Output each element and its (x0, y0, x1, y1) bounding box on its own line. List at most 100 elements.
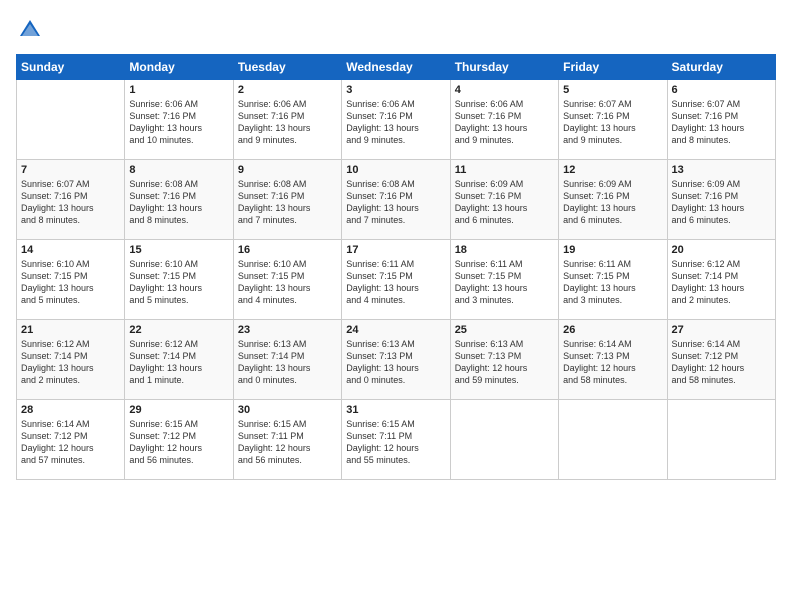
calendar-cell: 14 Sunrise: 6:10 AM Sunset: 7:15 PM Dayli… (17, 240, 125, 320)
calendar-cell: 20 Sunrise: 6:12 AM Sunset: 7:14 PM Dayli… (667, 240, 775, 320)
calendar-cell: 17Sunrise: 6:11 AM Sunset: 7:15 PM Dayli… (342, 240, 450, 320)
calendar-cell: 19Sunrise: 6:11 AM Sunset: 7:15 PM Dayli… (559, 240, 667, 320)
day-info: Sunrise: 6:08 AM Sunset: 7:16 PM Dayligh… (238, 178, 337, 227)
day-number: 24 (346, 324, 445, 336)
calendar-cell: 8 Sunrise: 6:08 AM Sunset: 7:16 PM Daylig… (125, 160, 233, 240)
calendar-cell: 23 Sunrise: 6:13 AM Sunset: 7:14 PM Dayli… (233, 320, 341, 400)
day-number: 2 (238, 84, 337, 96)
day-number: 3 (346, 84, 445, 96)
week-row-2: 7 Sunrise: 6:07 AM Sunset: 7:16 PM Daylig… (17, 160, 776, 240)
day-number: 23 (238, 324, 337, 336)
day-number: 6 (672, 84, 771, 96)
day-info: Sunrise: 6:09 AM Sunset: 7:16 PM Dayligh… (563, 178, 662, 227)
day-number: 5 (563, 84, 662, 96)
calendar-cell: 24 Sunrise: 6:13 AM Sunset: 7:13 PM Dayli… (342, 320, 450, 400)
day-header-sunday: Sunday (17, 55, 125, 80)
day-number: 31 (346, 404, 445, 416)
calendar-cell (667, 400, 775, 480)
day-number: 14 (21, 244, 120, 256)
day-header-wednesday: Wednesday (342, 55, 450, 80)
calendar-cell: 3 Sunrise: 6:06 AM Sunset: 7:16 PM Daylig… (342, 80, 450, 160)
day-header-saturday: Saturday (667, 55, 775, 80)
day-info: Sunrise: 6:11 AM Sunset: 7:15 PM Dayligh… (455, 258, 554, 307)
calendar-cell: 6 Sunrise: 6:07 AM Sunset: 7:16 PM Daylig… (667, 80, 775, 160)
day-number: 12 (563, 164, 662, 176)
day-info: Sunrise: 6:15 AM Sunset: 7:11 PM Dayligh… (346, 418, 445, 467)
calendar-cell: 27 Sunrise: 6:14 AM Sunset: 7:12 PM Dayli… (667, 320, 775, 400)
day-info: Sunrise: 6:15 AM Sunset: 7:11 PM Dayligh… (238, 418, 337, 467)
day-info: Sunrise: 6:12 AM Sunset: 7:14 PM Dayligh… (129, 338, 228, 387)
calendar-cell: 2 Sunrise: 6:06 AM Sunset: 7:16 PM Daylig… (233, 80, 341, 160)
calendar-cell: 12 Sunrise: 6:09 AM Sunset: 7:16 PM Dayli… (559, 160, 667, 240)
day-number: 8 (129, 164, 228, 176)
day-number: 17 (346, 244, 445, 256)
calendar-cell: 9 Sunrise: 6:08 AM Sunset: 7:16 PM Daylig… (233, 160, 341, 240)
day-info: Sunrise: 6:13 AM Sunset: 7:13 PM Dayligh… (346, 338, 445, 387)
day-number: 29 (129, 404, 228, 416)
day-info: Sunrise: 6:14 AM Sunset: 7:13 PM Dayligh… (563, 338, 662, 387)
day-info: Sunrise: 6:10 AM Sunset: 7:15 PM Dayligh… (238, 258, 337, 307)
calendar-cell: 21 Sunrise: 6:12 AM Sunset: 7:14 PM Dayli… (17, 320, 125, 400)
calendar-cell: 22 Sunrise: 6:12 AM Sunset: 7:14 PM Dayli… (125, 320, 233, 400)
day-number: 1 (129, 84, 228, 96)
calendar-header: SundayMondayTuesdayWednesdayThursdayFrid… (17, 55, 776, 80)
day-number: 28 (21, 404, 120, 416)
day-info: Sunrise: 6:13 AM Sunset: 7:13 PM Dayligh… (455, 338, 554, 387)
day-number: 21 (21, 324, 120, 336)
day-info: Sunrise: 6:14 AM Sunset: 7:12 PM Dayligh… (21, 418, 120, 467)
calendar-cell: 18 Sunrise: 6:11 AM Sunset: 7:15 PM Dayli… (450, 240, 558, 320)
day-number: 15 (129, 244, 228, 256)
day-number: 4 (455, 84, 554, 96)
day-info: Sunrise: 6:08 AM Sunset: 7:16 PM Dayligh… (129, 178, 228, 227)
day-number: 10 (346, 164, 445, 176)
calendar-table: SundayMondayTuesdayWednesdayThursdayFrid… (16, 54, 776, 480)
day-header-tuesday: Tuesday (233, 55, 341, 80)
day-info: Sunrise: 6:12 AM Sunset: 7:14 PM Dayligh… (21, 338, 120, 387)
calendar-cell: 4Sunrise: 6:06 AM Sunset: 7:16 PM Daylig… (450, 80, 558, 160)
day-info: Sunrise: 6:08 AM Sunset: 7:16 PM Dayligh… (346, 178, 445, 227)
day-number: 22 (129, 324, 228, 336)
day-info: Sunrise: 6:10 AM Sunset: 7:15 PM Dayligh… (21, 258, 120, 307)
day-number: 9 (238, 164, 337, 176)
day-number: 27 (672, 324, 771, 336)
day-number: 20 (672, 244, 771, 256)
day-info: Sunrise: 6:06 AM Sunset: 7:16 PM Dayligh… (346, 98, 445, 147)
day-info: Sunrise: 6:10 AM Sunset: 7:15 PM Dayligh… (129, 258, 228, 307)
day-info: Sunrise: 6:06 AM Sunset: 7:16 PM Dayligh… (129, 98, 228, 147)
page-header (16, 16, 776, 44)
day-number: 26 (563, 324, 662, 336)
day-number: 11 (455, 164, 554, 176)
day-header-friday: Friday (559, 55, 667, 80)
logo (16, 16, 48, 44)
day-info: Sunrise: 6:07 AM Sunset: 7:16 PM Dayligh… (672, 98, 771, 147)
calendar-cell: 29 Sunrise: 6:15 AM Sunset: 7:12 PM Dayli… (125, 400, 233, 480)
day-info: Sunrise: 6:14 AM Sunset: 7:12 PM Dayligh… (672, 338, 771, 387)
day-info: Sunrise: 6:07 AM Sunset: 7:16 PM Dayligh… (563, 98, 662, 147)
day-info: Sunrise: 6:12 AM Sunset: 7:14 PM Dayligh… (672, 258, 771, 307)
calendar-cell (450, 400, 558, 480)
day-header-thursday: Thursday (450, 55, 558, 80)
calendar-cell: 7 Sunrise: 6:07 AM Sunset: 7:16 PM Daylig… (17, 160, 125, 240)
day-number: 7 (21, 164, 120, 176)
day-number: 25 (455, 324, 554, 336)
calendar-cell: 26 Sunrise: 6:14 AM Sunset: 7:13 PM Dayli… (559, 320, 667, 400)
day-number: 19 (563, 244, 662, 256)
day-info: Sunrise: 6:13 AM Sunset: 7:14 PM Dayligh… (238, 338, 337, 387)
calendar-cell: 30 Sunrise: 6:15 AM Sunset: 7:11 PM Dayli… (233, 400, 341, 480)
day-info: Sunrise: 6:09 AM Sunset: 7:16 PM Dayligh… (672, 178, 771, 227)
day-info: Sunrise: 6:15 AM Sunset: 7:12 PM Dayligh… (129, 418, 228, 467)
day-number: 18 (455, 244, 554, 256)
calendar-cell: 28 Sunrise: 6:14 AM Sunset: 7:12 PM Dayli… (17, 400, 125, 480)
day-number: 13 (672, 164, 771, 176)
calendar-cell: 10 Sunrise: 6:08 AM Sunset: 7:16 PM Dayli… (342, 160, 450, 240)
day-number: 16 (238, 244, 337, 256)
day-info: Sunrise: 6:06 AM Sunset: 7:16 PM Dayligh… (238, 98, 337, 147)
calendar-cell: 31 Sunrise: 6:15 AM Sunset: 7:11 PM Dayli… (342, 400, 450, 480)
week-row-1: 1 Sunrise: 6:06 AM Sunset: 7:16 PM Daylig… (17, 80, 776, 160)
calendar-cell: 13 Sunrise: 6:09 AM Sunset: 7:16 PM Dayli… (667, 160, 775, 240)
day-number: 30 (238, 404, 337, 416)
calendar-cell (17, 80, 125, 160)
week-row-4: 21 Sunrise: 6:12 AM Sunset: 7:14 PM Dayli… (17, 320, 776, 400)
day-info: Sunrise: 6:07 AM Sunset: 7:16 PM Dayligh… (21, 178, 120, 227)
week-row-5: 28 Sunrise: 6:14 AM Sunset: 7:12 PM Dayli… (17, 400, 776, 480)
